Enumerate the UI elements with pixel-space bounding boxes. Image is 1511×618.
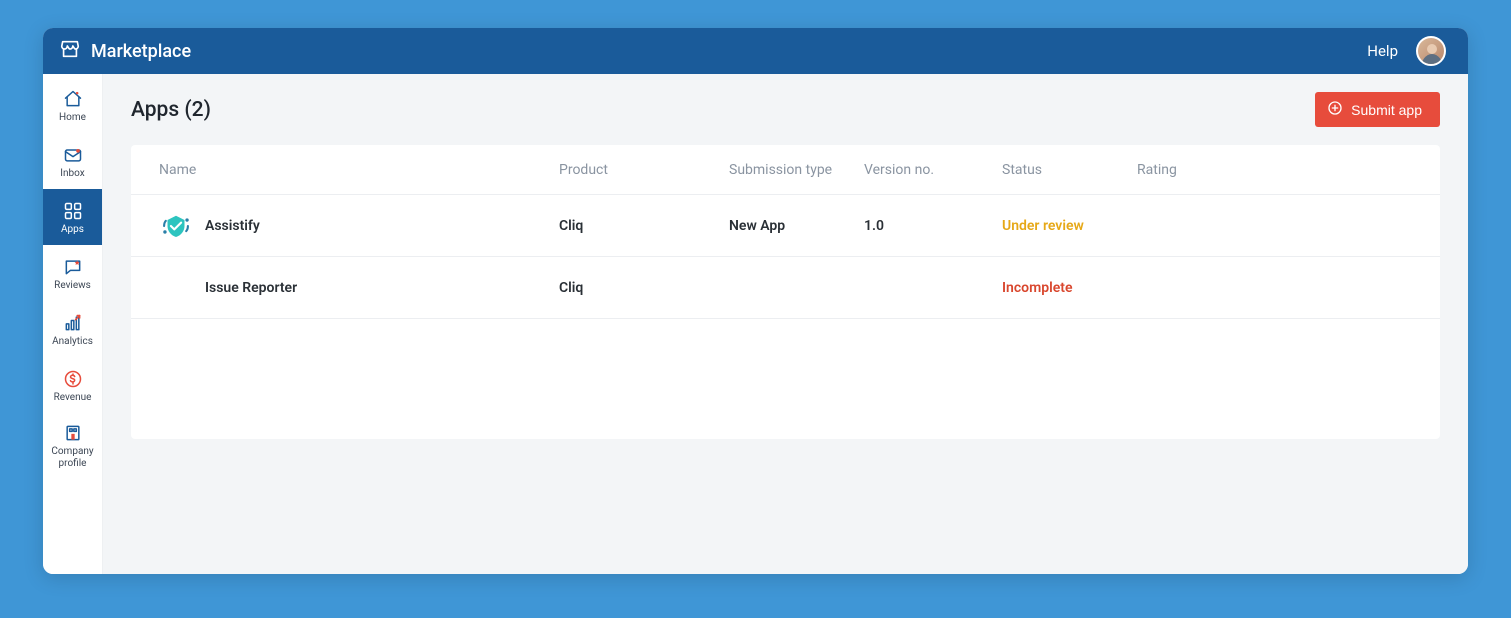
sidebar-item-label: Revenue [54,392,92,403]
app-window: Marketplace Help Home Inbox [43,28,1468,574]
cell-product: Cliq [559,218,729,234]
table-row[interactable]: Assistify Cliq New App 1.0 Under review [131,195,1440,257]
reviews-icon [63,256,83,278]
cell-product: Cliq [559,280,729,296]
inbox-icon [63,144,83,166]
body: Home Inbox Apps Reviews [43,74,1468,574]
sidebar-item-apps[interactable]: Apps [43,189,102,245]
cell-submission-type: New App [729,218,864,234]
col-product: Product [559,162,729,178]
sidebar-item-label: Company profile [43,446,102,470]
col-rating: Rating [1137,162,1247,178]
cell-status: Incomplete [1002,280,1137,296]
sidebar-item-reviews[interactable]: Reviews [43,245,102,301]
sidebar-item-inbox[interactable]: Inbox [43,133,102,189]
cell-name: Assistify [159,209,559,243]
sidebar-item-label: Inbox [60,168,84,179]
titlebar: Marketplace Help [43,28,1468,74]
cell-status: Under review [1002,218,1137,234]
apps-icon [63,200,83,222]
table-header: Name Product Submission type Version no.… [131,145,1440,195]
company-profile-icon [63,422,83,444]
col-name: Name [159,162,559,178]
sidebar-item-home[interactable]: Home [43,77,102,133]
sidebar-item-label: Home [59,112,86,123]
sidebar-item-label: Reviews [54,280,91,291]
page-title: Apps (2) [131,98,211,122]
main-header: Apps (2) Submit app [131,92,1440,127]
avatar[interactable] [1416,36,1446,66]
cell-version: 1.0 [864,218,1002,234]
apps-table-card: Name Product Submission type Version no.… [131,145,1440,439]
revenue-icon [63,368,83,390]
brand-title: Marketplace [91,41,191,62]
col-version: Version no. [864,162,1002,178]
app-name: Assistify [205,218,260,234]
sidebar-item-analytics[interactable]: Analytics [43,301,102,357]
app-icon [159,209,193,243]
analytics-icon [63,312,83,334]
main: Apps (2) Submit app Name Product Submiss… [103,74,1468,574]
marketplace-icon [59,38,81,65]
sidebar-item-revenue[interactable]: Revenue [43,357,102,413]
app-name: Issue Reporter [205,280,297,296]
app-icon [159,271,193,305]
cell-name: Issue Reporter [159,271,559,305]
table-row[interactable]: Issue Reporter Cliq Incomplete [131,257,1440,319]
sidebar-item-label: Analytics [52,336,93,347]
col-status: Status [1002,162,1137,178]
help-link[interactable]: Help [1367,42,1398,60]
submit-app-label: Submit app [1351,102,1422,118]
sidebar-item-company-profile[interactable]: Company profile [43,413,102,479]
sidebar: Home Inbox Apps Reviews [43,74,103,574]
plus-circle-icon [1327,100,1343,119]
col-submission-type: Submission type [729,162,864,178]
sidebar-item-label: Apps [61,224,84,235]
submit-app-button[interactable]: Submit app [1315,92,1440,127]
brand: Marketplace [59,38,191,65]
home-icon [63,88,83,110]
